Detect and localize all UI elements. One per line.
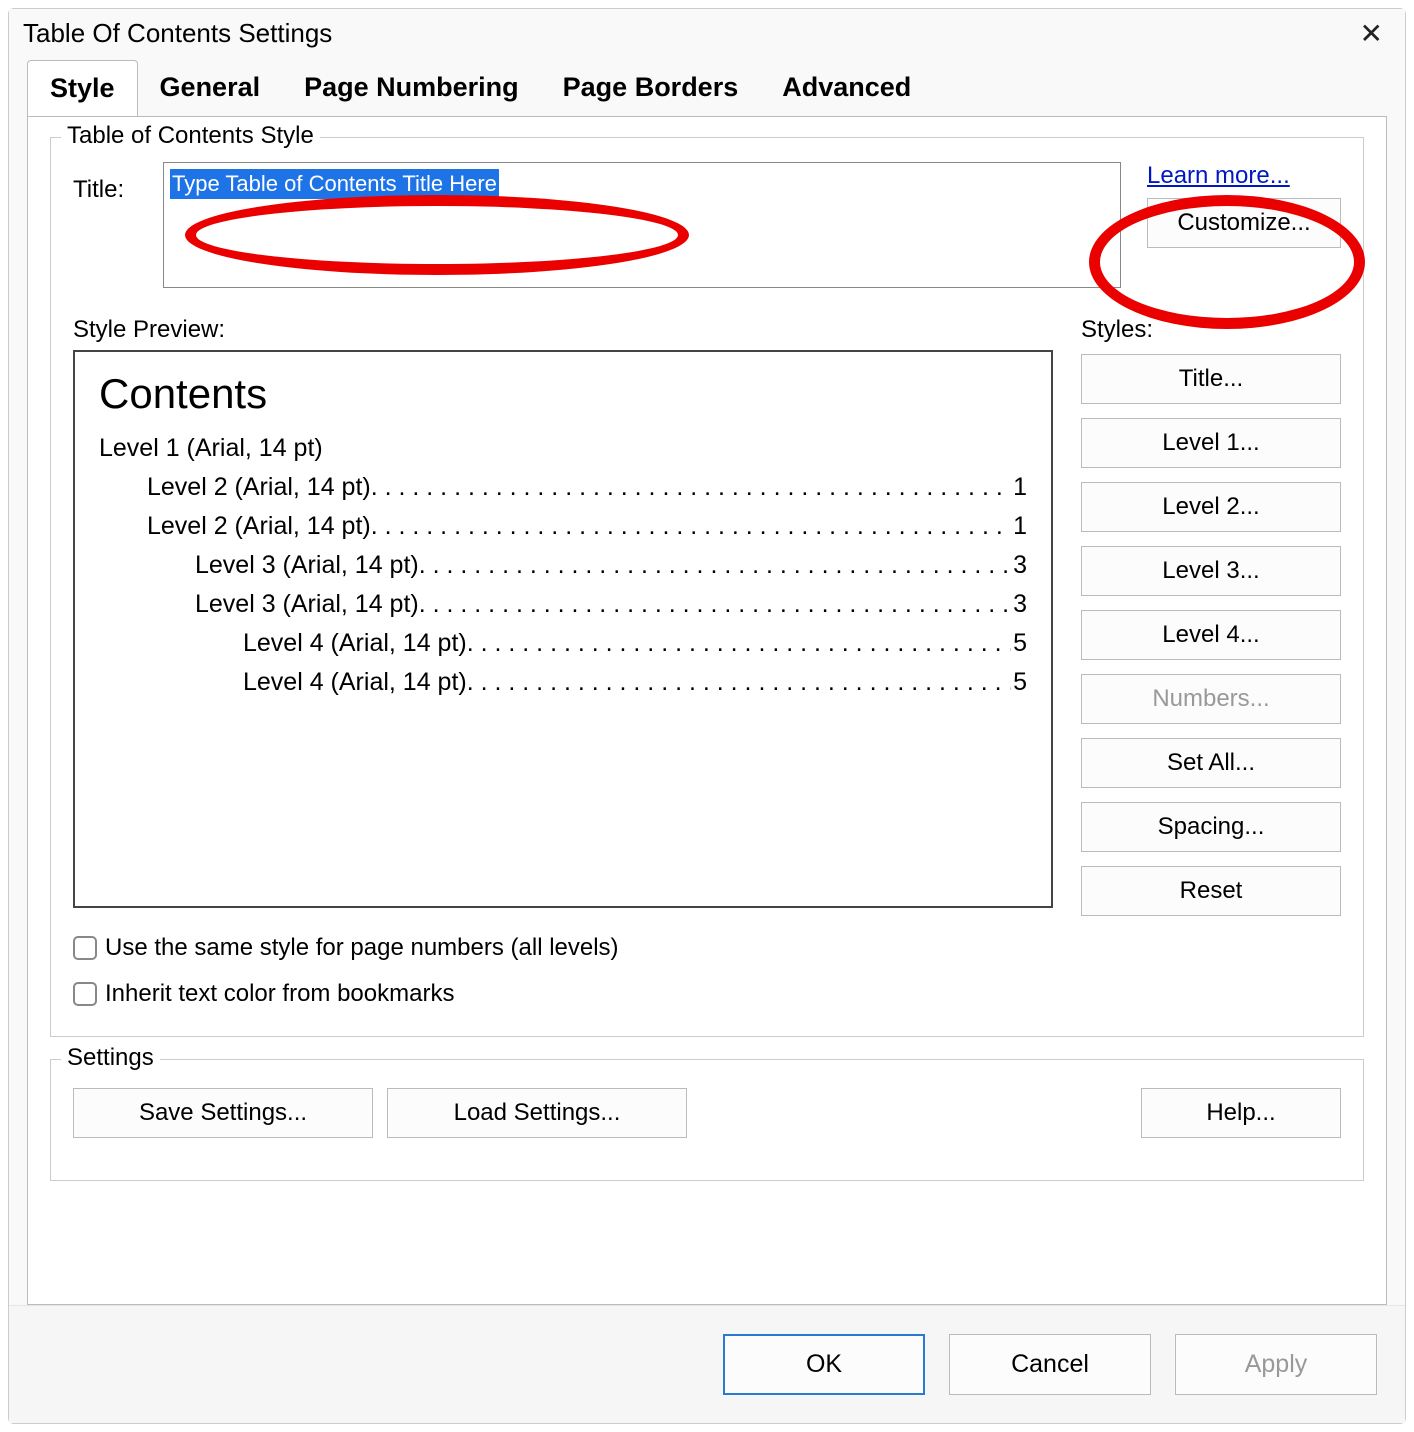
style-level4-button[interactable]: Level 4...: [1081, 610, 1341, 660]
group-settings: Settings Save Settings... Load Settings.…: [50, 1059, 1364, 1181]
style-reset-button[interactable]: Reset: [1081, 866, 1341, 916]
style-level2-button[interactable]: Level 2...: [1081, 482, 1341, 532]
style-preview: Contents Level 1 (Arial, 14 pt) Level 2 (…: [73, 350, 1053, 908]
checkbox-inherit-color[interactable]: [73, 982, 97, 1006]
checkbox-inherit-color-label: Inherit text color from bookmarks: [105, 980, 454, 1008]
preview-line: Level 4 (Arial, 14 pt) . . . . . . . . .…: [99, 668, 1027, 697]
tab-advanced[interactable]: Advanced: [760, 60, 933, 116]
tab-general[interactable]: General: [138, 60, 283, 116]
style-numbers-button: Numbers...: [1081, 674, 1341, 724]
preview-line: Level 4 (Arial, 14 pt) . . . . . . . . .…: [99, 629, 1027, 658]
tab-page-numbering[interactable]: Page Numbering: [282, 60, 541, 116]
title-input[interactable]: Type Table of Contents Title Here: [163, 162, 1121, 288]
style-title-button[interactable]: Title...: [1081, 354, 1341, 404]
style-setall-button[interactable]: Set All...: [1081, 738, 1341, 788]
preview-label: Style Preview:: [73, 316, 1053, 344]
group-toc-style-title: Table of Contents Style: [61, 122, 320, 150]
cancel-button[interactable]: Cancel: [949, 1334, 1151, 1395]
preview-line: Level 2 (Arial, 14 pt) . . . . . . . . .…: [99, 512, 1027, 541]
preview-line: Level 3 (Arial, 14 pt) . . . . . . . . .…: [99, 551, 1027, 580]
title-label: Title:: [73, 162, 163, 204]
style-level1-button[interactable]: Level 1...: [1081, 418, 1341, 468]
customize-button[interactable]: Customize...: [1147, 198, 1341, 248]
dialog-buttons: OK Cancel Apply: [9, 1305, 1405, 1423]
style-level3-button[interactable]: Level 3...: [1081, 546, 1341, 596]
group-toc-style: Table of Contents Style Title: Type Tabl…: [50, 137, 1364, 1037]
apply-button: Apply: [1175, 1334, 1377, 1395]
help-button[interactable]: Help...: [1141, 1088, 1341, 1138]
titlebar: Table Of Contents Settings ✕: [9, 9, 1405, 60]
group-settings-title: Settings: [61, 1044, 160, 1072]
toc-settings-dialog: Table Of Contents Settings ✕ Style Gener…: [8, 8, 1406, 1424]
checkbox-same-style-label: Use the same style for page numbers (all…: [105, 934, 619, 962]
load-settings-button[interactable]: Load Settings...: [387, 1088, 687, 1138]
preview-line: Level 2 (Arial, 14 pt) . . . . . . . . .…: [99, 473, 1027, 502]
styles-label: Styles:: [1081, 316, 1341, 344]
checkbox-same-style[interactable]: [73, 936, 97, 960]
preview-heading: Contents: [99, 370, 1027, 418]
dialog-title: Table Of Contents Settings: [23, 18, 332, 49]
ok-button[interactable]: OK: [723, 1334, 925, 1395]
close-icon[interactable]: ✕: [1352, 17, 1391, 50]
tab-page-borders[interactable]: Page Borders: [541, 60, 761, 116]
title-input-selected-text: Type Table of Contents Title Here: [170, 169, 499, 199]
tabs: Style General Page Numbering Page Border…: [27, 60, 1405, 116]
learn-more-link[interactable]: Learn more...: [1147, 162, 1341, 190]
preview-line: Level 3 (Arial, 14 pt) . . . . . . . . .…: [99, 590, 1027, 619]
style-spacing-button[interactable]: Spacing...: [1081, 802, 1341, 852]
preview-line: Level 1 (Arial, 14 pt): [99, 434, 1027, 463]
tab-style[interactable]: Style: [27, 60, 138, 116]
save-settings-button[interactable]: Save Settings...: [73, 1088, 373, 1138]
tabpanel-style: Table of Contents Style Title: Type Tabl…: [27, 116, 1387, 1305]
